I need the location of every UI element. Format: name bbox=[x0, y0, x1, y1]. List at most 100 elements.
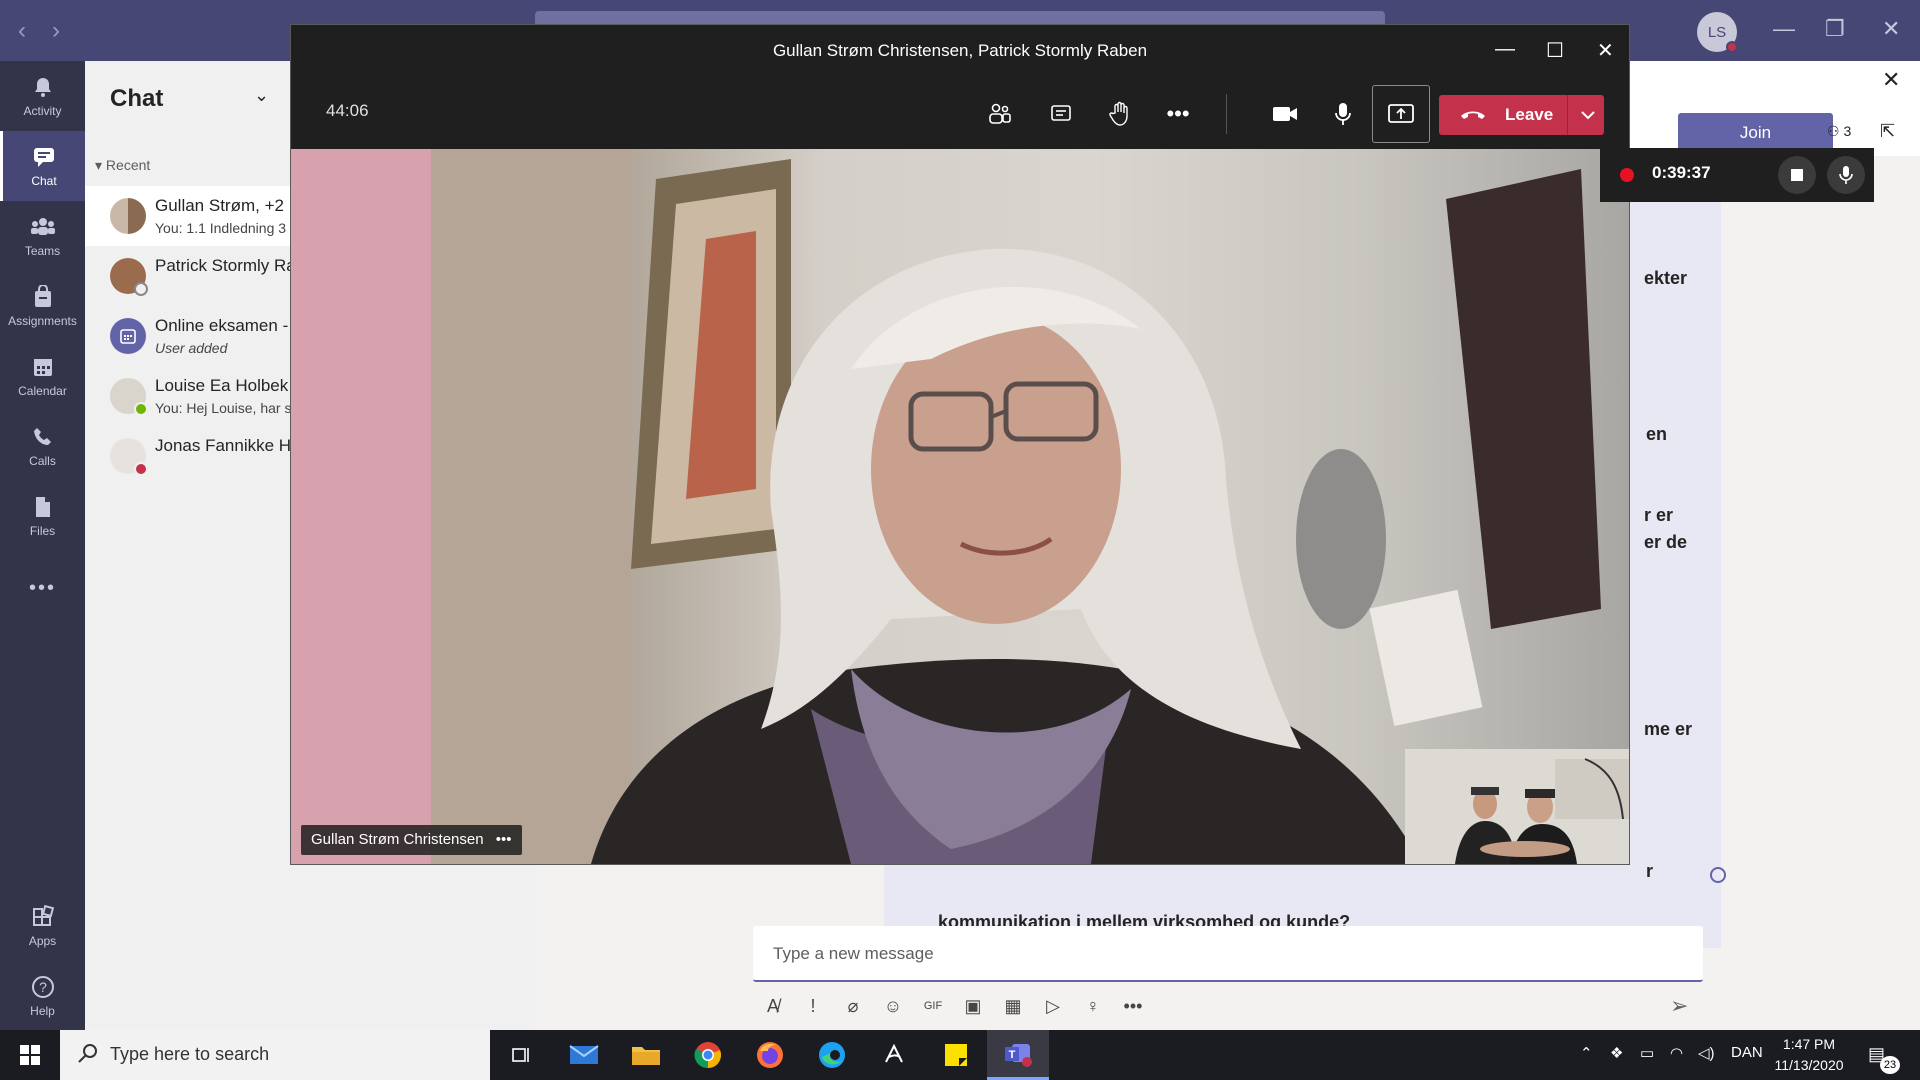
sticker-icon[interactable]: ▣ bbox=[953, 996, 993, 1017]
leave-label: Leave bbox=[1505, 105, 1554, 124]
taskbar-search-placeholder: Type here to search bbox=[110, 1044, 270, 1064]
file-explorer-app[interactable] bbox=[615, 1030, 677, 1080]
chevron-down-icon[interactable]: ⌄ bbox=[254, 85, 269, 106]
dropbox-icon[interactable]: ❖ bbox=[1610, 1044, 1623, 1062]
participants-button[interactable]: ⚇ 3 bbox=[1827, 123, 1851, 140]
bell-icon bbox=[30, 74, 56, 100]
microphone-icon bbox=[1335, 103, 1351, 125]
apps-icon bbox=[30, 904, 56, 930]
format-icon[interactable]: A̸ bbox=[753, 996, 793, 1017]
rail-item-activity[interactable]: Activity bbox=[0, 61, 85, 131]
share-screen-button[interactable] bbox=[1372, 85, 1430, 143]
chevron-up-icon[interactable]: ⌃ bbox=[1580, 1044, 1593, 1062]
rail-item-more[interactable]: ••• bbox=[0, 551, 85, 621]
join-button[interactable]: Join bbox=[1678, 113, 1833, 153]
app-rail: Activity Chat Teams Assignments Calendar… bbox=[0, 61, 85, 1030]
participant-name-tag: Gullan Strøm Christensen ••• bbox=[301, 825, 522, 855]
rail-item-files[interactable]: Files bbox=[0, 481, 85, 551]
back-arrow-icon[interactable]: ‹ bbox=[18, 17, 26, 45]
recent-section-label[interactable]: ▾ Recent bbox=[95, 157, 150, 174]
rail-label: Help bbox=[30, 1004, 55, 1018]
self-view-video[interactable] bbox=[1405, 749, 1629, 864]
chat-name: Jonas Fannikke He bbox=[155, 436, 301, 455]
send-icon[interactable]: ➢ bbox=[1670, 993, 1688, 1019]
firefox-app[interactable] bbox=[739, 1030, 801, 1080]
rail-item-apps[interactable]: Apps bbox=[0, 891, 85, 961]
raise-hand-button[interactable] bbox=[1091, 85, 1149, 143]
close-icon[interactable]: ✕ bbox=[1882, 67, 1900, 93]
meeting-calendar-icon bbox=[110, 318, 146, 354]
emoji-icon[interactable]: ☺ bbox=[873, 996, 913, 1017]
popout-icon[interactable]: ⇱ bbox=[1880, 121, 1895, 142]
maximize-icon[interactable]: ☐ bbox=[1546, 38, 1564, 63]
call-window-title: Gullan Strøm Christensen, Patrick Storml… bbox=[772, 41, 1148, 60]
teams-app[interactable]: T bbox=[987, 1030, 1049, 1080]
camera-button[interactable] bbox=[1256, 85, 1314, 143]
gif-icon[interactable]: GIF bbox=[913, 1000, 953, 1012]
microphone-button[interactable] bbox=[1314, 85, 1372, 143]
edge-icon bbox=[819, 1042, 845, 1068]
task-view-button[interactable] bbox=[490, 1030, 552, 1080]
chat-preview: You: 1.1 Indledning 3 bbox=[155, 220, 287, 236]
clock-date: 11/13/2020 bbox=[1774, 1057, 1844, 1073]
close-icon[interactable]: ✕ bbox=[1597, 38, 1614, 63]
participants-button[interactable] bbox=[971, 85, 1029, 143]
stream-icon[interactable]: ▷ bbox=[1033, 996, 1073, 1017]
recording-mic-button[interactable] bbox=[1827, 156, 1865, 194]
hand-icon bbox=[1109, 101, 1128, 126]
schedule-icon[interactable]: ▦ bbox=[993, 996, 1033, 1017]
windows-logo-icon bbox=[20, 1045, 40, 1065]
toolbar-divider bbox=[1226, 94, 1227, 134]
firefox-icon bbox=[757, 1042, 783, 1068]
rail-item-chat[interactable]: Chat bbox=[0, 131, 85, 201]
edge-app[interactable] bbox=[801, 1030, 863, 1080]
rail-item-calendar[interactable]: Calendar bbox=[0, 341, 85, 411]
acrobat-app[interactable] bbox=[863, 1030, 925, 1080]
rail-label: Teams bbox=[24, 244, 61, 258]
battery-icon[interactable]: ▭ bbox=[1640, 1044, 1654, 1062]
more-icon: ••• bbox=[28, 576, 56, 599]
user-avatar[interactable]: LS bbox=[1697, 12, 1738, 53]
sticky-notes-app[interactable] bbox=[925, 1030, 987, 1080]
more-icon[interactable]: ••• bbox=[1113, 996, 1153, 1017]
clock-time: 1:47 PM bbox=[1782, 1036, 1836, 1052]
more-actions-button[interactable]: ••• bbox=[1149, 85, 1207, 143]
wifi-icon[interactable]: ◠ bbox=[1670, 1044, 1683, 1062]
microphone-icon bbox=[1839, 166, 1853, 184]
chevron-down-icon bbox=[1581, 111, 1595, 120]
rail-label: Calls bbox=[29, 454, 56, 468]
call-timer: 44:06 bbox=[326, 101, 369, 120]
more-icon[interactable]: ••• bbox=[496, 831, 512, 848]
participants-count: 3 bbox=[1843, 123, 1852, 139]
minimize-icon[interactable]: — bbox=[1495, 38, 1515, 61]
stop-recording-button[interactable] bbox=[1778, 156, 1816, 194]
important-icon[interactable]: ! bbox=[793, 996, 833, 1017]
restore-icon[interactable]: ❐ bbox=[1825, 16, 1845, 42]
forward-arrow-icon[interactable]: › bbox=[52, 17, 60, 45]
taskbar-clock[interactable]: 1:47 PM 11/13/2020 bbox=[1774, 1034, 1844, 1076]
rail-item-assignments[interactable]: Assignments bbox=[0, 271, 85, 341]
leave-button[interactable]: Leave bbox=[1439, 95, 1604, 135]
start-button[interactable] bbox=[0, 1030, 60, 1080]
recent-label-text: Recent bbox=[105, 157, 151, 173]
chrome-app[interactable] bbox=[677, 1030, 739, 1080]
video-camera-icon bbox=[1273, 107, 1297, 121]
rail-item-calls[interactable]: Calls bbox=[0, 411, 85, 481]
rail-item-help[interactable]: ? Help bbox=[0, 961, 85, 1031]
taskbar-search[interactable]: Type here to search bbox=[60, 1030, 490, 1080]
input-language[interactable]: DAN bbox=[1731, 1044, 1763, 1061]
chat-icon bbox=[31, 144, 57, 170]
calendar-icon bbox=[30, 354, 56, 380]
chat-name: Online eksamen - bbox=[155, 316, 289, 335]
rail-label: Files bbox=[29, 524, 56, 538]
mail-app[interactable] bbox=[553, 1030, 615, 1080]
praise-icon[interactable]: ♀ bbox=[1073, 996, 1113, 1017]
compose-box[interactable]: Type a new message bbox=[753, 926, 1703, 982]
volume-icon[interactable]: ◁) bbox=[1698, 1044, 1715, 1062]
attach-icon[interactable]: ⌀ bbox=[833, 996, 873, 1017]
close-icon[interactable]: ✕ bbox=[1882, 16, 1900, 42]
minimize-icon[interactable]: — bbox=[1773, 16, 1795, 42]
rail-item-teams[interactable]: Teams bbox=[0, 201, 85, 271]
search-icon bbox=[78, 1044, 97, 1063]
show-conversation-button[interactable] bbox=[1032, 85, 1090, 143]
